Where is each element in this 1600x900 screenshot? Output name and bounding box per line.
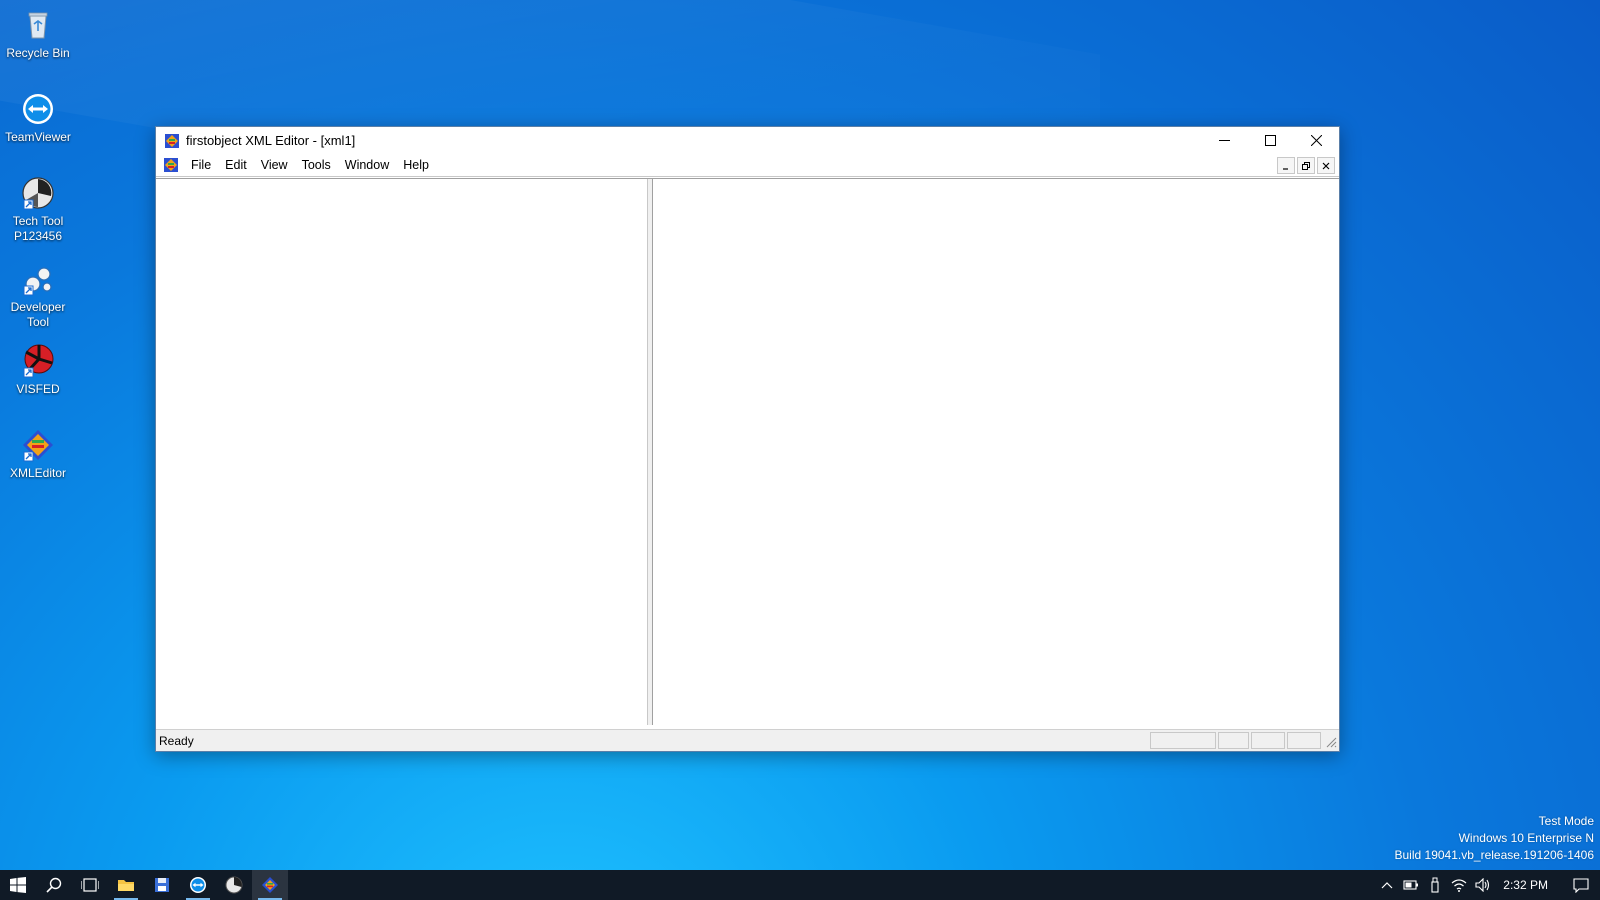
minimize-icon xyxy=(1218,140,1230,141)
volume-icon xyxy=(1475,878,1490,892)
editor-client-area xyxy=(156,178,1339,727)
desktop-icon-tech-tool[interactable]: Tech Tool P123456 xyxy=(4,176,72,244)
tray-network[interactable] xyxy=(1447,870,1471,900)
search-button[interactable] xyxy=(36,870,72,900)
taskbar: 2:32 PM xyxy=(0,870,1600,900)
title-bar[interactable]: firstobject XML Editor - [xml1] xyxy=(156,127,1339,154)
desktop-icon-label: Tech Tool P123456 xyxy=(12,214,64,243)
text-editor-pane[interactable] xyxy=(653,179,1339,725)
xml-editor-window: firstobject XML Editor - [xml1] File Edi… xyxy=(155,126,1340,752)
developer-tool-icon xyxy=(23,267,52,296)
chevron-up-icon xyxy=(1381,882,1393,889)
mdi-child-buttons xyxy=(1277,157,1335,174)
menu-view[interactable]: View xyxy=(254,155,295,175)
desktop-icon-label: VISFED xyxy=(16,382,60,396)
file-explorer-icon xyxy=(118,880,134,891)
mdi-restore-button[interactable] xyxy=(1297,157,1315,174)
taskbar-file-explorer[interactable] xyxy=(108,870,144,900)
taskbar-teamviewer[interactable] xyxy=(180,870,216,900)
task-view-button[interactable] xyxy=(72,870,108,900)
desktop-icon-label: Recycle Bin xyxy=(6,46,70,60)
desktop-icon-label: TeamViewer xyxy=(5,130,71,144)
taskbar-save-app[interactable] xyxy=(144,870,180,900)
tray-volume[interactable] xyxy=(1471,870,1495,900)
close-icon xyxy=(1322,162,1330,169)
menu-bar: File Edit View Tools Window Help xyxy=(156,154,1339,177)
desktop-icon-recycle-bin[interactable]: Recycle Bin xyxy=(4,8,72,61)
close-icon xyxy=(1310,135,1322,146)
wifi-icon xyxy=(1451,879,1467,892)
mdi-minimize-button[interactable] xyxy=(1277,157,1295,174)
desktop-icon-developer-tool[interactable]: Developer Tool xyxy=(4,262,72,330)
xmleditor-icon xyxy=(23,430,53,462)
maximize-icon xyxy=(1264,135,1276,146)
start-button[interactable] xyxy=(0,870,36,900)
taskbar-clock[interactable]: 2:32 PM xyxy=(1495,878,1562,892)
teamviewer-icon xyxy=(190,877,206,893)
minimize-icon xyxy=(1283,167,1288,170)
action-center-button[interactable] xyxy=(1562,870,1600,900)
tree-view-pane[interactable] xyxy=(156,179,648,725)
menu-help[interactable]: Help xyxy=(396,155,436,175)
system-tray: 2:32 PM xyxy=(1375,870,1600,900)
usb-device-icon xyxy=(1431,877,1439,893)
recycle-bin-icon xyxy=(28,12,48,39)
desktop-icon-teamviewer[interactable]: TeamViewer xyxy=(4,92,72,145)
menu-file[interactable]: File xyxy=(184,155,218,175)
desktop-icon-label: Developer Tool xyxy=(10,300,66,329)
tech-tool-icon xyxy=(225,876,243,894)
watermark-line: Test Mode xyxy=(1538,814,1594,828)
caption-buttons xyxy=(1201,127,1339,154)
menu-tools[interactable]: Tools xyxy=(295,155,338,175)
mdi-close-button[interactable] xyxy=(1317,157,1335,174)
show-hidden-icons-button[interactable] xyxy=(1375,870,1399,900)
taskbar-xmleditor[interactable] xyxy=(252,870,288,900)
xmleditor-icon xyxy=(165,133,179,148)
start-icon xyxy=(10,877,26,893)
task-view-icon xyxy=(81,878,99,892)
teamviewer-icon xyxy=(23,94,53,124)
watermark-line: Windows 10 Enterprise N xyxy=(1458,831,1594,845)
maximize-button[interactable] xyxy=(1247,127,1293,154)
taskbar-tech-tool[interactable] xyxy=(216,870,252,900)
document-icon[interactable] xyxy=(164,158,178,172)
menu-window[interactable]: Window xyxy=(338,155,396,175)
close-button[interactable] xyxy=(1293,127,1339,154)
xmleditor-icon xyxy=(262,877,278,893)
tech-tool-icon xyxy=(22,177,54,210)
resize-grip-icon[interactable] xyxy=(1323,734,1337,748)
search-icon xyxy=(46,877,62,893)
status-text: Ready xyxy=(159,733,194,748)
desktop-icon-visfed[interactable]: VISFED xyxy=(4,344,72,397)
tray-battery[interactable] xyxy=(1399,870,1423,900)
window-title: firstobject XML Editor - [xml1] xyxy=(186,133,356,148)
test-mode-watermark: Test Mode Windows 10 Enterprise N Build … xyxy=(1395,813,1595,864)
restore-icon xyxy=(1302,161,1310,170)
status-pane xyxy=(1218,732,1249,749)
tray-usb[interactable] xyxy=(1423,870,1447,900)
status-pane xyxy=(1287,732,1321,749)
visfed-icon xyxy=(23,344,54,378)
watermark-line: Build 19041.vb_release.191206-1406 xyxy=(1394,848,1595,862)
minimize-button[interactable] xyxy=(1201,127,1247,154)
notification-icon xyxy=(1573,877,1589,893)
status-pane xyxy=(1251,732,1285,749)
desktop-icon-xmleditor[interactable]: XMLEditor xyxy=(4,428,72,481)
status-pane xyxy=(1150,732,1216,749)
battery-icon xyxy=(1403,880,1419,890)
status-bar: Ready xyxy=(156,729,1339,751)
menu-edit[interactable]: Edit xyxy=(218,155,254,175)
save-app-icon xyxy=(155,878,169,892)
desktop-icon-label: XMLEditor xyxy=(9,466,67,480)
